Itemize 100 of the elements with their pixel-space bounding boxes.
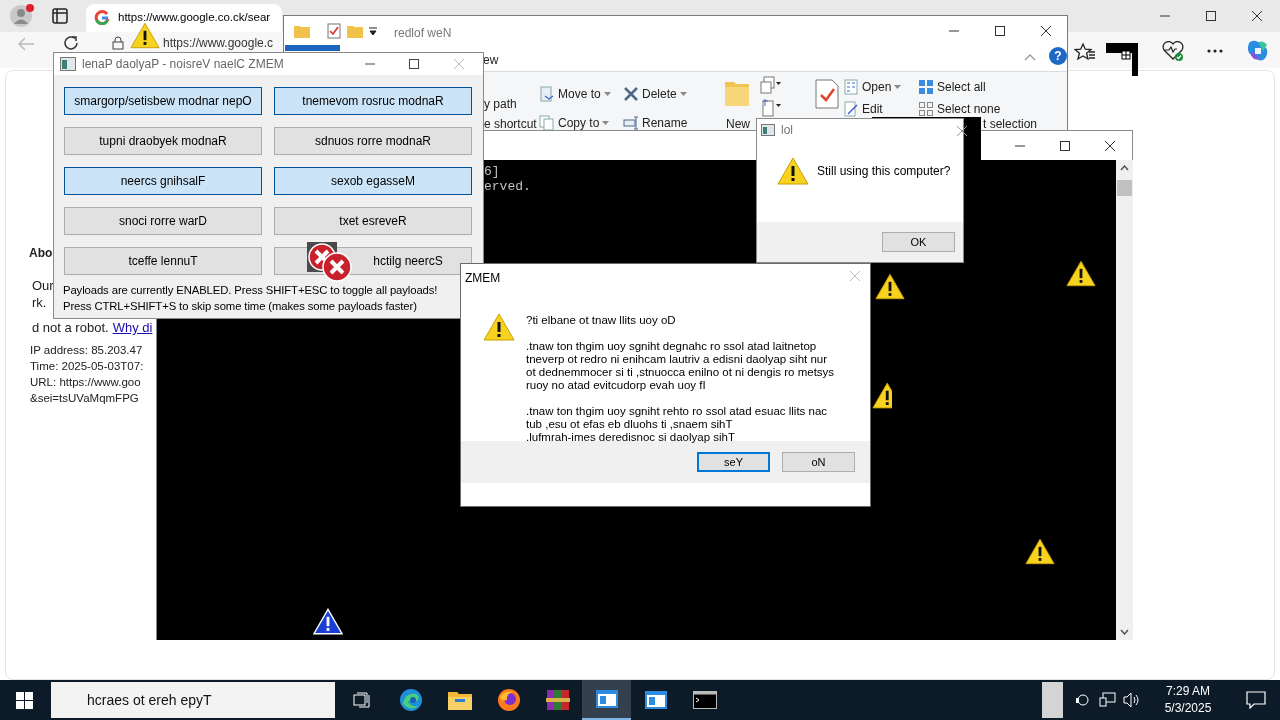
select-all-icon	[918, 79, 934, 95]
customize-icon[interactable]	[368, 27, 378, 37]
app-logo-icon	[595, 690, 618, 708]
app-logo-icon	[545, 688, 570, 712]
dialog-paragraph: .tnaw ton thgim uoy sgniht degnahc ro ssol atad laitnetop tneverp ot redro ni enihcam lautriv a edisni daolyap siht nur ot dednemmocer si ti ,stnuocca enilno ot ni dengis ro metsys ruoy no atad evitcudorp evah uoy fI	[526, 340, 835, 392]
copy-path-icon[interactable]	[760, 76, 782, 96]
window-app-icon[interactable]	[582, 680, 631, 720]
clock-date: 5/3/2025	[1163, 700, 1213, 717]
page-text: Our	[32, 278, 54, 294]
warning-icon	[777, 157, 809, 185]
move-icon	[539, 86, 555, 102]
search-field[interactable]: hcraes ot ereh epyT	[51, 682, 335, 718]
dropdown-caret-icon	[602, 121, 610, 125]
clock[interactable]: 7:29 AM 5/3/2025	[1155, 683, 1221, 717]
warning-icon	[483, 313, 515, 341]
properties-icon[interactable]	[327, 23, 341, 39]
payload-button[interactable]: neercs gnihsalF	[64, 167, 262, 195]
health-icon[interactable]	[1161, 40, 1185, 62]
app-logo-icon	[398, 688, 423, 712]
close-button[interactable]	[1251, 10, 1263, 22]
close-button[interactable]	[1040, 25, 1052, 37]
meet-icon[interactable]	[1075, 692, 1091, 708]
dialog-paragraph: ?ti elbane ot tnaw llits uoy oD	[526, 314, 677, 327]
ribbon-command[interactable]: Edit	[843, 100, 883, 118]
warning-icon	[1066, 260, 1096, 287]
maximize-button[interactable]	[1205, 10, 1217, 22]
warning-icon	[313, 608, 343, 635]
section-heading: Abo	[29, 245, 53, 261]
rename-icon	[623, 115, 639, 131]
tab-actions-icon[interactable]	[52, 8, 68, 24]
payload-button[interactable]: sexob egasseM	[274, 167, 472, 195]
network-icon[interactable]	[1099, 692, 1117, 708]
ribbon-command[interactable]: Move to	[539, 85, 611, 103]
error-icons-drawing	[307, 242, 353, 282]
reload-icon[interactable]	[62, 34, 80, 52]
app-icon	[761, 124, 775, 136]
profile-avatar[interactable]	[9, 3, 35, 29]
scroll-down-icon[interactable]	[1120, 629, 1129, 635]
app-logo-icon	[352, 692, 371, 708]
ribbon-command[interactable]: Open	[843, 78, 902, 96]
volume-icon[interactable]	[1123, 692, 1141, 708]
window-title: lenaP daolyaP - noisreV naelC ZMEM	[82, 56, 284, 73]
tray-block	[1042, 682, 1063, 718]
payload-button[interactable]: tceffe lennuT	[64, 247, 262, 275]
maximize-button[interactable]	[408, 58, 420, 70]
help-link[interactable]: Why di	[112, 320, 153, 336]
page-text: &sei=tsUVaMqmFPG	[30, 391, 139, 406]
payload-button[interactable]: tnemevom rosruc modnaR	[274, 87, 472, 115]
dropdown-caret-icon	[679, 92, 687, 96]
lock-icon	[112, 36, 124, 50]
payload-button[interactable]: tupni draobyek modnaR	[64, 127, 262, 155]
warning-icon	[1025, 538, 1055, 565]
dialog-button[interactable]: seY	[697, 452, 770, 472]
window-title: lol	[781, 122, 793, 139]
page-text: Time: 2025-05-03T07:	[30, 359, 144, 374]
console-text: 6]	[484, 164, 500, 179]
favorites-icon[interactable]	[1074, 42, 1096, 62]
payload-button[interactable]: snoci rorre warD	[64, 207, 262, 235]
tab-title: https://www.google.co.ck/sear	[118, 10, 271, 26]
page-text: d not a robot.	[32, 320, 109, 336]
properties-icon[interactable]	[814, 79, 840, 109]
address-text[interactable]: https://www.google.c	[163, 36, 274, 50]
more-icon[interactable]	[1207, 49, 1223, 53]
payload-button[interactable]: smargorp/setisbew modnar nepO	[64, 87, 262, 115]
windows-icon	[16, 691, 33, 709]
ribbon-command[interactable]: Delete	[623, 85, 687, 103]
app-icon	[60, 57, 76, 71]
maximize-button[interactable]	[994, 25, 1006, 37]
scroll-up-icon[interactable]	[1120, 165, 1129, 171]
dialog-button[interactable]: oN	[782, 452, 855, 472]
dropdown-caret-icon	[894, 85, 902, 89]
ribbon-command[interactable]: Rename	[623, 114, 688, 132]
help-button[interactable]: ?	[1049, 47, 1067, 65]
ribbon-tab[interactable]: ew	[483, 51, 499, 69]
clock-time: 7:29 AM	[1165, 683, 1211, 700]
collapse-ribbon-icon[interactable]	[1024, 53, 1036, 61]
dialog-message: Still using this computer?	[817, 163, 951, 180]
payload-button[interactable]: sdnuos rorre modnaR	[274, 127, 472, 155]
app-logo-icon	[496, 688, 521, 712]
ribbon-command[interactable]: e shortcut	[484, 115, 537, 133]
ok-button[interactable]: OK	[882, 232, 955, 252]
new-item-icon[interactable]	[760, 98, 782, 118]
dialog-paragraph: .tnaw ton thgim uoy sgniht rehto ro ssol atad esuac llits nac tub ,esu ot efas eb dluohs ti ,snaem sihT .lufmrah-imes deredisnoc si daolyap sihT	[526, 405, 829, 444]
ribbon-command[interactable]: y path	[484, 95, 517, 113]
status-text: Press CTRL+SHIFT+S to skip some time (makes some payloads faster)	[62, 299, 418, 314]
ribbon-command[interactable]: Select all	[918, 78, 986, 96]
maximize-button[interactable]	[1059, 140, 1071, 152]
close-button[interactable]	[1104, 140, 1116, 152]
close-button[interactable]	[956, 125, 968, 137]
google-icon	[94, 10, 110, 26]
ribbon-command[interactable]: t selection	[983, 115, 1038, 133]
notification-icon	[1245, 691, 1266, 709]
ribbon-command[interactable]: Select none	[918, 100, 1001, 118]
window-title: redlof weN	[394, 25, 452, 42]
scroll-thumb[interactable]	[1117, 180, 1132, 196]
console-text: erved.	[484, 179, 531, 194]
browser-tab[interactable]: https://www.google.co.ck/sear	[86, 4, 282, 32]
payload-button[interactable]: txet esreveR	[274, 207, 472, 235]
dropdown-caret-icon	[603, 92, 611, 96]
ribbon-command[interactable]: New	[726, 115, 750, 133]
